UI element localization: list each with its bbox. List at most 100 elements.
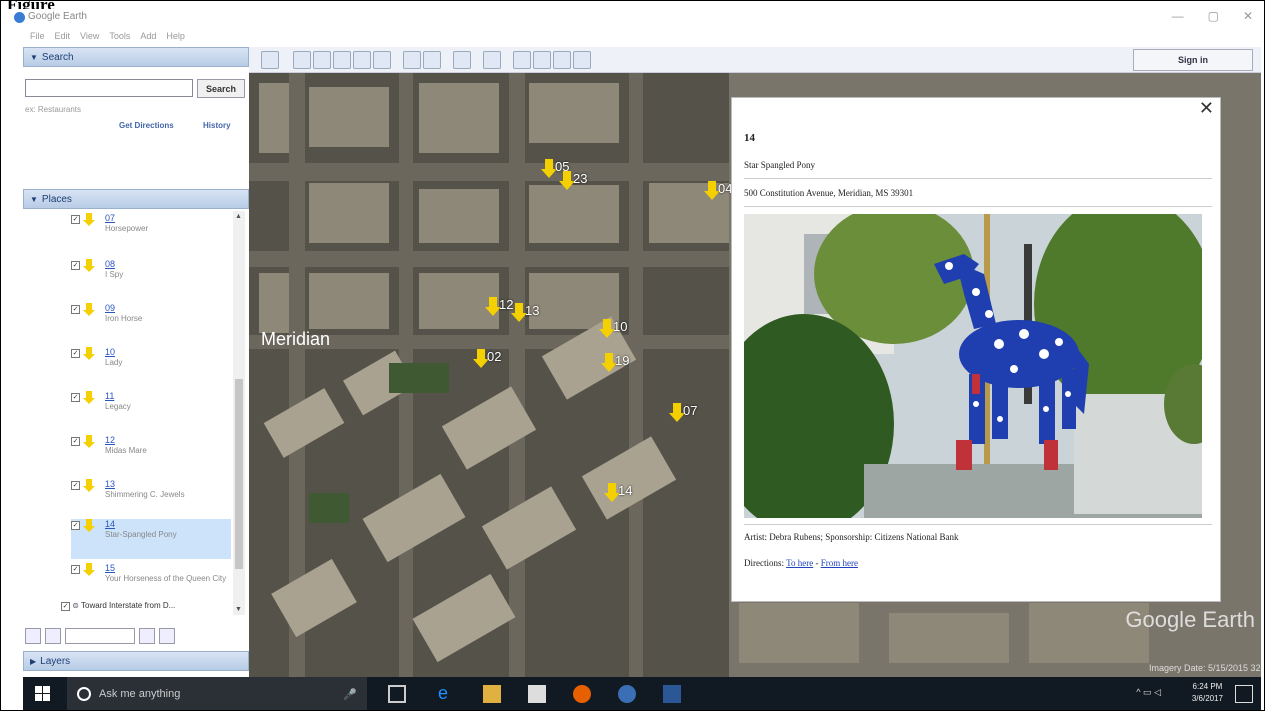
place-number-link[interactable]: 15 — [105, 563, 115, 573]
sign-in-button[interactable]: Sign in — [1133, 49, 1253, 71]
network-icon[interactable]: ▭ — [1143, 687, 1152, 697]
overlay-icon[interactable] — [353, 51, 371, 69]
edge-icon[interactable]: e — [438, 684, 456, 703]
word-icon[interactable] — [663, 685, 681, 703]
get-directions-link[interactable]: Get Directions — [119, 121, 174, 130]
notification-icon[interactable] — [1235, 685, 1253, 703]
map-marker[interactable]: 19 — [601, 353, 631, 383]
close-icon[interactable]: ✕ — [1199, 98, 1214, 119]
minimize-button[interactable]: — — [1172, 9, 1184, 23]
menu-add[interactable]: Add — [140, 31, 156, 41]
search-button[interactable]: Search — [197, 79, 245, 98]
places-panel-header[interactable]: ▼ Places — [23, 189, 249, 209]
ruler-icon[interactable] — [483, 51, 501, 69]
sidebar-toggle-icon[interactable] — [261, 51, 279, 69]
places-list-item[interactable]: ✓ 13 Shimmering C. Jewels — [71, 479, 231, 519]
panel-toggle-icon[interactable] — [45, 628, 61, 644]
close-button[interactable]: ✕ — [1243, 9, 1253, 23]
map-marker[interactable]: 23 — [559, 171, 589, 201]
to-here-link[interactable]: To here — [786, 558, 813, 568]
menu-view[interactable]: View — [80, 31, 99, 41]
places-filter-input[interactable] — [65, 628, 135, 644]
view-in-maps-icon[interactable] — [573, 51, 591, 69]
balloon-address: 500 Constitution Avenue, Meridian, MS 39… — [744, 188, 914, 198]
checkbox[interactable]: ✓ — [71, 261, 80, 270]
places-list-item[interactable]: ✓ 10 Lady — [71, 347, 231, 387]
history-link[interactable]: History — [203, 121, 231, 130]
layers-panel-header[interactable]: ▶ Layers — [23, 651, 249, 671]
place-number-link[interactable]: 12 — [105, 435, 115, 445]
menu-help[interactable]: Help — [166, 31, 185, 41]
volume-icon[interactable]: ◁ — [1154, 687, 1161, 697]
place-number-link[interactable]: 07 — [105, 213, 115, 223]
store-icon[interactable] — [528, 685, 546, 703]
system-tray[interactable]: ^ ▭ ◁ — [1136, 687, 1161, 698]
place-number-link[interactable]: 10 — [105, 347, 115, 357]
expand-arrow-icon: ▶ — [30, 656, 37, 666]
email-icon[interactable] — [513, 51, 531, 69]
microphone-icon[interactable]: 🎤 — [343, 688, 357, 701]
placemark-icon[interactable] — [293, 51, 311, 69]
layers-panel: ▶ Layers — [23, 651, 249, 671]
scrollbar-thumb[interactable] — [235, 379, 243, 569]
checkbox[interactable]: ✓ — [71, 565, 80, 574]
menu-edit[interactable]: Edit — [55, 31, 71, 41]
place-number-link[interactable]: 14 — [105, 519, 115, 529]
firefox-icon[interactable] — [573, 685, 591, 703]
checkbox[interactable]: ✓ — [71, 481, 80, 490]
search-places-icon[interactable] — [25, 628, 41, 644]
balloon-name: Star Spangled Pony — [744, 160, 815, 170]
save-image-icon[interactable] — [553, 51, 571, 69]
file-explorer-icon[interactable] — [483, 685, 501, 703]
place-number-link[interactable]: 08 — [105, 259, 115, 269]
print-icon[interactable] — [533, 51, 551, 69]
polygon-icon[interactable] — [313, 51, 331, 69]
checkbox[interactable]: ✓ — [71, 521, 80, 530]
places-list-item[interactable]: ✓ 14 Star-Spangled Pony — [71, 519, 231, 559]
checkbox[interactable]: ✓ — [71, 349, 80, 358]
map-marker[interactable]: 02 — [473, 349, 503, 379]
places-list-item[interactable]: ✓ 09 Iron Horse — [71, 303, 231, 343]
map-marker[interactable]: 10 — [599, 319, 629, 349]
map-marker[interactable]: 07 — [669, 403, 699, 433]
tour-icon[interactable] — [373, 51, 391, 69]
map-marker[interactable]: 04 — [704, 181, 734, 211]
places-list-item[interactable]: ✓ 15 Your Horseness of the Queen City — [71, 563, 231, 603]
move-down-icon[interactable] — [159, 628, 175, 644]
cortana-search-box[interactable]: Ask me anything 🎤 — [67, 677, 367, 710]
historical-imagery-icon[interactable] — [423, 51, 441, 69]
menu-tools[interactable]: Tools — [109, 31, 130, 41]
places-list-item[interactable]: ✓ 11 Legacy — [71, 391, 231, 431]
task-view-icon[interactable] — [388, 685, 406, 703]
checkbox[interactable]: ✓ — [71, 305, 80, 314]
clock[interactable]: 6:24 PM 3/6/2017 — [1192, 681, 1223, 705]
checkbox[interactable]: ✓ — [71, 437, 80, 446]
maximize-button[interactable]: ▢ — [1208, 9, 1219, 23]
place-name: Your Horseness of the Queen City — [105, 574, 227, 583]
menu-file[interactable]: File — [30, 31, 45, 41]
windows-start-icon[interactable] — [35, 686, 51, 702]
checkbox[interactable]: ✓ — [61, 602, 70, 611]
sun-icon[interactable] — [453, 51, 471, 69]
path-icon[interactable] — [333, 51, 351, 69]
chevron-up-icon[interactable]: ^ — [1136, 687, 1140, 697]
place-number-link[interactable]: 13 — [105, 479, 115, 489]
places-panel-title: Places — [41, 193, 72, 205]
tour-item[interactable]: ✓ ⊜ Toward Interstate from D... — [61, 601, 175, 611]
google-earth-taskbar-icon[interactable] — [618, 685, 636, 703]
checkbox[interactable]: ✓ — [71, 393, 80, 402]
places-list-item[interactable]: ✓ 08 I Spy — [71, 259, 231, 299]
places-list-item[interactable]: ✓ 12 Midas Mare — [71, 435, 231, 475]
map-marker[interactable]: 13 — [511, 303, 541, 333]
from-here-link[interactable]: From here — [821, 558, 858, 568]
place-name: Horsepower — [105, 224, 149, 233]
checkbox[interactable]: ✓ — [71, 215, 80, 224]
search-panel-header[interactable]: ▼ Search — [23, 47, 249, 67]
places-list-item[interactable]: ✓ 07 Horsepower — [71, 213, 231, 253]
earth-icon[interactable] — [403, 51, 421, 69]
move-up-icon[interactable] — [139, 628, 155, 644]
place-number-link[interactable]: 11 — [105, 391, 114, 401]
place-number-link[interactable]: 09 — [105, 303, 115, 313]
map-marker[interactable]: 14 — [604, 483, 634, 513]
search-input[interactable] — [25, 79, 193, 97]
